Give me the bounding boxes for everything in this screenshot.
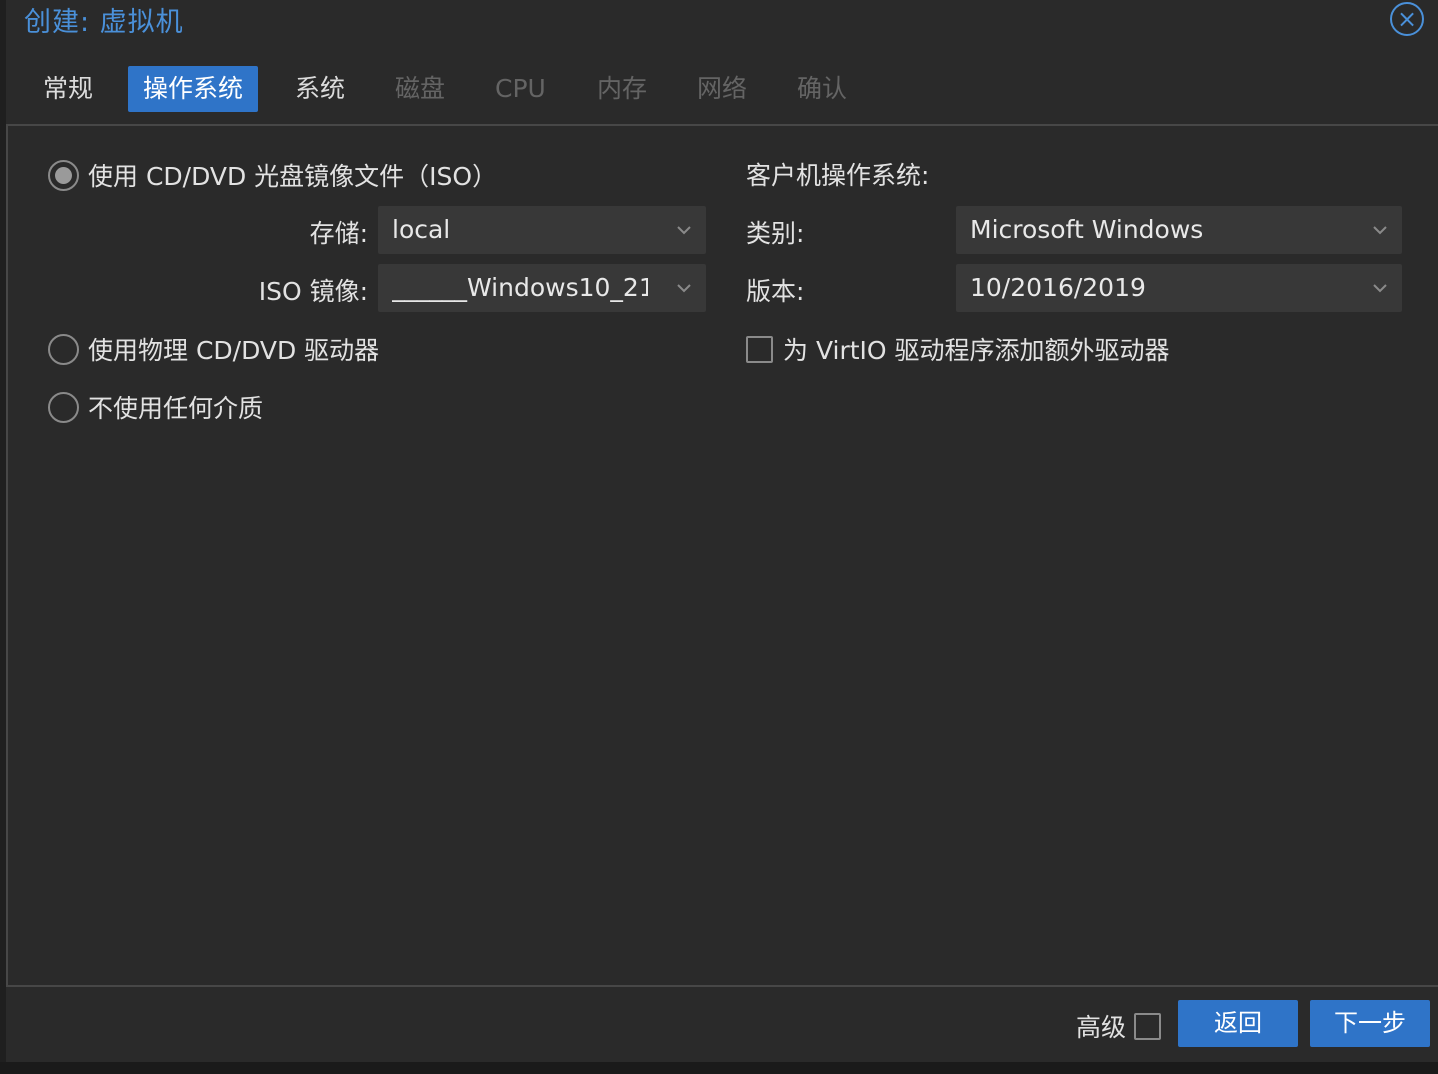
virtio-label: 为 VirtIO 驱动程序添加额外驱动器 xyxy=(783,336,1170,365)
storage-value: local xyxy=(392,215,451,244)
tab-network: 网络 xyxy=(697,74,748,103)
next-button[interactable]: 下一步 xyxy=(1310,1000,1430,1047)
storage-label: 存储: xyxy=(309,219,368,248)
os-version-select[interactable]: 10/2016/2019 xyxy=(956,264,1402,312)
tab-cpu: CPU xyxy=(495,74,546,103)
advanced-label: 高级 xyxy=(1076,1013,1127,1042)
media-physical-option[interactable]: 使用物理 CD/DVD 驱动器 xyxy=(48,331,379,367)
close-circle-icon[interactable]: × xyxy=(1390,2,1424,36)
dialog-title: 创建: 虚拟机 xyxy=(24,7,184,38)
tab-general[interactable]: 常规 xyxy=(28,66,108,112)
media-iso-option[interactable]: 使用 CD/DVD 光盘镜像文件（ISO） xyxy=(48,157,497,193)
os-version-label: 版本: xyxy=(746,277,805,306)
radio-physical[interactable] xyxy=(48,333,79,365)
virtio-option[interactable]: 为 VirtIO 驱动程序添加额外驱动器 xyxy=(746,331,1170,367)
radio-none[interactable] xyxy=(48,391,79,423)
wizard-tabbar: 常规 操作系统 系统 磁盘 CPU 内存 网络 确认 xyxy=(6,62,1438,124)
iso-value: ______Windows10_21H xyxy=(392,273,648,302)
dialog-titlebar: 创建: 虚拟机 × xyxy=(6,0,1438,40)
storage-select[interactable]: local xyxy=(378,206,706,254)
media-iso-label: 使用 CD/DVD 光盘镜像文件（ISO） xyxy=(88,162,498,191)
os-type-label: 类别: xyxy=(746,219,805,248)
media-none-label: 不使用任何介质 xyxy=(88,394,264,423)
os-panel: 使用 CD/DVD 光盘镜像文件（ISO） 存储: local ISO 镜像: … xyxy=(6,124,1438,987)
tab-memory: 内存 xyxy=(597,74,648,103)
os-version-value: 10/2016/2019 xyxy=(970,273,1146,302)
tab-confirm: 确认 xyxy=(797,74,848,103)
tab-system[interactable]: 系统 xyxy=(280,66,360,112)
advanced-checkbox[interactable] xyxy=(1134,1012,1162,1040)
iso-select[interactable]: ______Windows10_21H xyxy=(378,264,706,312)
os-type-value: Microsoft Windows xyxy=(970,215,1204,244)
chevron-down-icon xyxy=(1373,284,1387,293)
radio-iso[interactable] xyxy=(48,159,79,191)
chevron-down-icon xyxy=(677,226,691,235)
virtio-checkbox[interactable] xyxy=(746,335,773,363)
tab-disks: 磁盘 xyxy=(395,74,446,103)
os-type-select[interactable]: Microsoft Windows xyxy=(956,206,1402,254)
tab-os[interactable]: 操作系统 xyxy=(128,66,259,112)
media-physical-label: 使用物理 CD/DVD 驱动器 xyxy=(88,336,380,365)
guest-os-heading: 客户机操作系统: xyxy=(746,161,930,190)
create-vm-dialog: 创建: 虚拟机 × 常规 操作系统 系统 磁盘 CPU 内存 网络 确认 使用 … xyxy=(0,0,1438,1062)
chevron-down-icon xyxy=(677,284,691,293)
advanced-option[interactable]: 高级 xyxy=(1076,1008,1162,1044)
media-none-option[interactable]: 不使用任何介质 xyxy=(48,389,263,425)
iso-label: ISO 镜像: xyxy=(258,277,368,306)
back-button[interactable]: 返回 xyxy=(1178,1000,1298,1047)
chevron-down-icon xyxy=(1373,226,1387,235)
